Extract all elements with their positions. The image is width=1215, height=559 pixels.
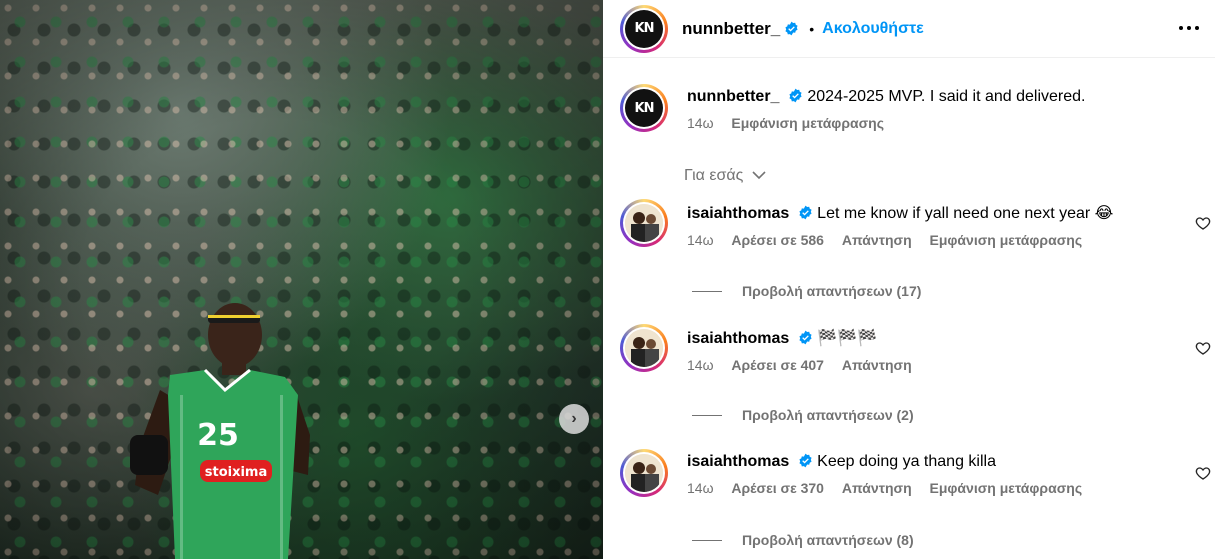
comment-likes[interactable]: Αρέσει σε 407 [731, 357, 824, 373]
view-replies-button[interactable]: Προβολή απαντήσεων (17) [692, 283, 921, 299]
translate-link[interactable]: Εμφάνιση μετάφρασης [930, 480, 1083, 496]
replies-divider [692, 290, 722, 292]
view-replies-label: Προβολή απαντήσεων (17) [742, 283, 922, 299]
comment-time: 14ω [687, 232, 714, 248]
comment-text: Let me know if yall need one next year 😂 [817, 205, 1114, 222]
post-header: KN nunnbetter_ • Ακολουθήστε [603, 0, 1215, 58]
avatar[interactable] [620, 449, 668, 497]
comment-item: isaiahthomas Let me know if yall need on… [620, 199, 1215, 248]
comment-username[interactable]: isaiahthomas [687, 453, 789, 470]
verified-badge-icon [785, 21, 798, 36]
comment-filter-label: Για εσάς [684, 167, 744, 184]
comment-item: isaiahthomas Keep doing ya thang killa 1… [620, 449, 1215, 497]
caption-time: 14ω [687, 115, 714, 131]
basketball-player: 25 stoixima [130, 303, 310, 559]
replies-divider [692, 539, 722, 541]
comment-username[interactable]: isaiahthomas [687, 205, 789, 222]
comment-text: 🏁🏁🏁 [817, 328, 877, 347]
replies-divider [692, 414, 722, 416]
heart-icon[interactable] [1195, 465, 1211, 481]
jersey-number: 25 [197, 418, 239, 453]
sponsor-logo: stoixima [205, 465, 268, 480]
comment-likes[interactable]: Αρέσει σε 370 [731, 480, 824, 496]
verified-badge-icon [799, 205, 812, 220]
comment-username[interactable]: isaiahthomas [687, 330, 789, 347]
verified-badge-icon [799, 330, 812, 345]
reply-button[interactable]: Απάντηση [842, 232, 912, 248]
avatar-photo [625, 204, 663, 242]
view-replies-button[interactable]: Προβολή απαντήσεων (2) [692, 407, 914, 423]
chevron-down-icon [752, 171, 766, 180]
comment-time: 14ω [687, 480, 714, 496]
view-replies-label: Προβολή απαντήσεων (8) [742, 532, 914, 548]
avatar-photo [625, 454, 663, 492]
translate-link[interactable]: Εμφάνιση μετάφρασης [930, 232, 1083, 248]
avatar[interactable] [620, 199, 668, 247]
follow-button[interactable]: Ακολουθήστε [822, 20, 924, 38]
heart-icon[interactable] [1195, 215, 1211, 231]
caption-text: 2024-2025 MVP. I said it and delivered. [807, 88, 1086, 105]
avatar[interactable] [620, 324, 668, 372]
comment-time: 14ω [687, 357, 714, 373]
verified-badge-icon [789, 88, 802, 103]
avatar[interactable]: KN [620, 84, 668, 132]
view-replies-label: Προβολή απαντήσεων (2) [742, 407, 914, 423]
comment-text: Keep doing ya thang killa [817, 453, 996, 470]
kn-logo-icon: KN [625, 9, 663, 48]
comment-filter-dropdown[interactable]: Για εσάς [684, 167, 766, 185]
view-replies-button[interactable]: Προβολή απαντήσεων (8) [692, 532, 914, 548]
separator-dot: • [809, 20, 815, 37]
reply-button[interactable]: Απάντηση [842, 357, 912, 373]
avatar[interactable]: KN [620, 4, 668, 53]
post-caption: KN nunnbetter_ 2024-2025 MVP. I said it … [620, 84, 1085, 132]
avatar-photo [625, 329, 663, 367]
caption-username[interactable]: nunnbetter_ [687, 88, 779, 105]
more-options-icon[interactable] [1177, 18, 1201, 38]
comment-likes[interactable]: Αρέσει σε 586 [731, 232, 824, 248]
post-image[interactable]: 25 stoixima › [0, 0, 603, 559]
author-username[interactable]: nunnbetter_ [682, 19, 780, 39]
next-arrow-icon[interactable]: › [559, 404, 589, 434]
post-side-panel: KN nunnbetter_ • Ακολουθήστε KN nunnbett… [603, 0, 1215, 559]
verified-badge-icon [799, 453, 812, 468]
kn-logo-icon: KN [625, 89, 663, 127]
comment-item: isaiahthomas 🏁🏁🏁 14ω Αρέσει σε 407 Απάντ… [620, 324, 1215, 373]
caption-translate-link[interactable]: Εμφάνιση μετάφρασης [731, 115, 884, 131]
reply-button[interactable]: Απάντηση [842, 480, 912, 496]
heart-icon[interactable] [1195, 340, 1211, 356]
